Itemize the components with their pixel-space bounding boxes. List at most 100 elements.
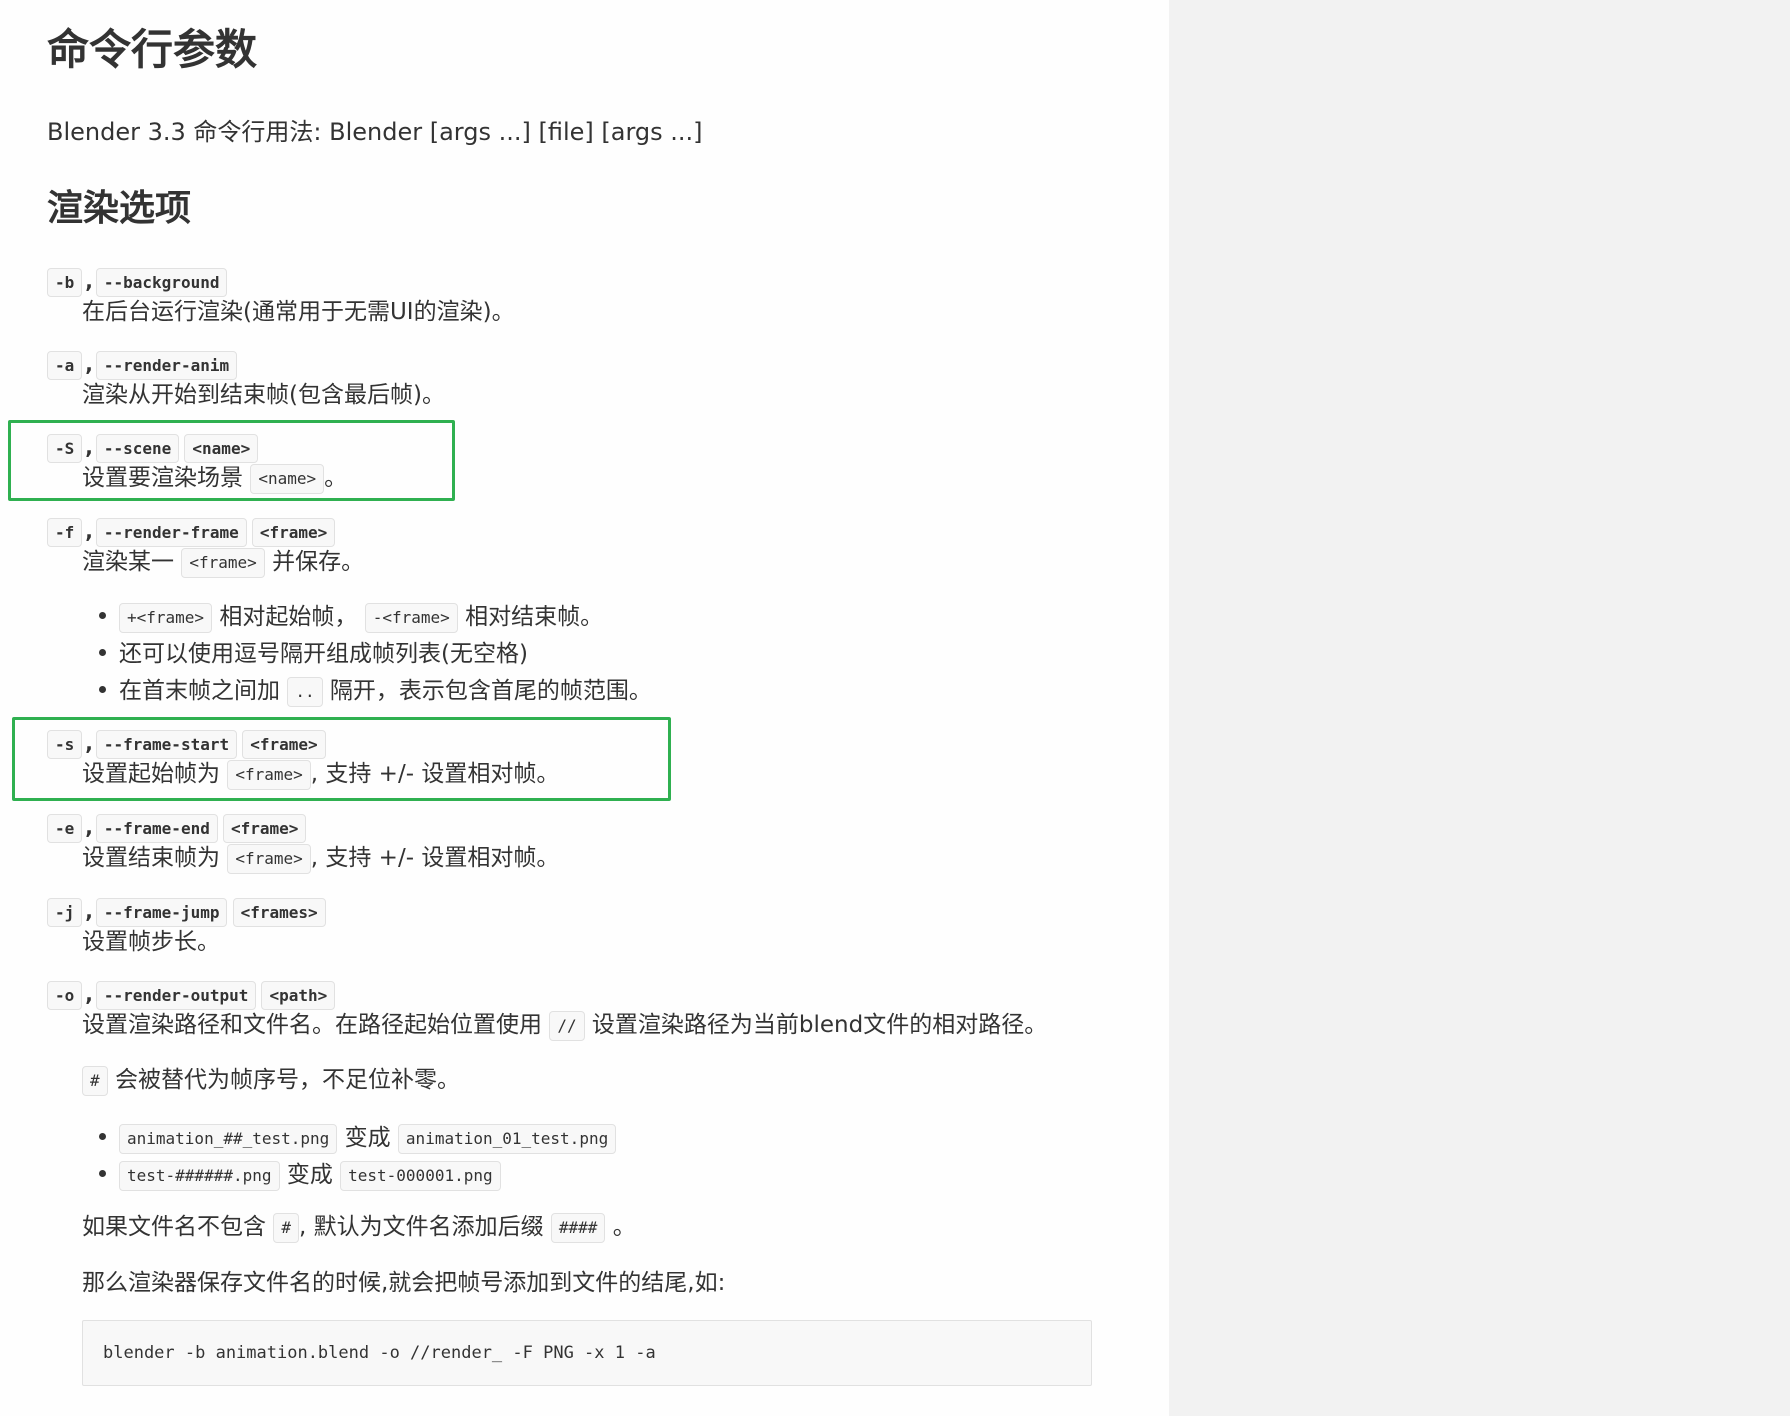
list-text: 隔开，表示包含首尾的帧范围。 — [329, 678, 652, 704]
side-panel — [1169, 0, 1790, 1416]
page-title: 命令行参数 — [47, 25, 258, 74]
option-desc-scene: 设置要渲染场景 <name>。 — [82, 463, 347, 494]
desc-text: 设置起始帧为 — [82, 761, 220, 787]
desc-text: 设置要渲染场景 — [82, 465, 243, 491]
example-code-block: blender -b animation.blend -o //render_ … — [82, 1320, 1092, 1386]
desc-text: , 默认为文件名添加后缀 — [298, 1214, 544, 1240]
arg-placeholder: <path> — [261, 981, 336, 1010]
long-flag: --render-output — [95, 981, 257, 1010]
inline-code: test-######.png — [119, 1161, 280, 1191]
document-page: 命令行参数 Blender 3.3 命令行用法: Blender [args .… — [0, 0, 1169, 1416]
option-desc-render-anim: 渲染从开始到结束帧(包含最后帧)。 — [82, 382, 445, 408]
inline-code: +<frame> — [119, 603, 213, 633]
list-text: 相对起始帧， — [219, 604, 358, 630]
list-text: 变成 — [286, 1162, 333, 1188]
no-hash-note: 如果文件名不包含 #, 默认为文件名添加后缀 #### 。 — [82, 1212, 636, 1243]
comma: , — [85, 519, 93, 543]
long-flag: --frame-jump — [95, 898, 228, 927]
desc-text: 。 — [324, 465, 348, 491]
comma: , — [85, 731, 93, 755]
inline-code: .. — [287, 677, 323, 707]
inline-code: # — [273, 1213, 299, 1243]
list-item: test-######.png 变成 test-000001.png — [99, 1160, 501, 1191]
list-text: 变成 — [344, 1125, 391, 1151]
list-item: 在首末帧之间加 .. 隔开，表示包含首尾的帧范围。 — [99, 676, 652, 707]
short-flag: -S — [47, 434, 83, 463]
desc-text: 渲染某一 — [82, 549, 174, 575]
list-item: animation_##_test.png 变成 animation_01_te… — [99, 1123, 617, 1154]
arg-placeholder: <frame> — [222, 814, 307, 843]
arg-placeholder: <frame> — [251, 518, 336, 547]
comma: , — [85, 899, 93, 923]
short-flag: -b — [47, 268, 83, 297]
comma: , — [85, 982, 93, 1006]
arg-placeholder: <name> — [184, 434, 259, 463]
desc-text: , 支持 +/- 设置相对帧。 — [310, 845, 560, 871]
hash-note: # 会被替代为帧序号，不足位补零。 — [82, 1065, 460, 1096]
bullet-icon — [99, 1170, 106, 1177]
bullet-icon — [99, 612, 106, 619]
comma: , — [85, 269, 93, 293]
short-flag: -s — [47, 730, 83, 759]
short-flag: -e — [47, 814, 83, 843]
desc-text: 如果文件名不包含 — [82, 1214, 266, 1240]
inline-code: #### — [550, 1213, 606, 1243]
section-title: 渲染选项 — [47, 188, 192, 229]
desc-text: 设置渲染路径为当前blend文件的相对路径。 — [591, 1012, 1048, 1038]
long-flag: --render-frame — [95, 518, 247, 547]
inline-code: # — [82, 1066, 108, 1096]
desc-text: 。 — [612, 1214, 636, 1240]
long-flag: --scene — [95, 434, 180, 463]
option-desc-render-frame: 渲染某一 <frame> 并保存。 — [82, 547, 364, 578]
long-flag: --frame-end — [95, 814, 218, 843]
long-flag: --frame-start — [95, 730, 238, 759]
option-term-frame-end: -e, --frame-end <frame> — [47, 814, 307, 843]
bullet-icon — [99, 1133, 106, 1140]
list-text: 相对结束帧。 — [465, 604, 604, 630]
short-flag: -j — [47, 898, 83, 927]
inline-code: test-000001.png — [340, 1161, 501, 1191]
inline-code: <frame> — [227, 760, 311, 790]
option-term-render-output: -o, --render-output <path> — [47, 981, 336, 1010]
save-note: 那么渲染器保存文件名的时候,就会把帧号添加到文件的结尾,如: — [82, 1270, 726, 1296]
option-desc-frame-end: 设置结束帧为 <frame>, 支持 +/- 设置相对帧。 — [82, 843, 559, 874]
bullet-icon — [99, 649, 106, 656]
inline-code: <frame> — [181, 548, 265, 578]
desc-text: 会被替代为帧序号，不足位补零。 — [114, 1067, 460, 1093]
comma: , — [85, 352, 93, 376]
option-term-scene: -S, --scene <name> — [47, 434, 259, 463]
usage-line: Blender 3.3 命令行用法: Blender [args ...] [f… — [47, 118, 703, 146]
comma: , — [85, 815, 93, 839]
arg-placeholder: <frames> — [232, 898, 326, 927]
list-text: 还可以使用逗号隔开组成帧列表(无空格) — [119, 641, 528, 667]
list-text: 在首末帧之间加 — [119, 678, 280, 704]
option-desc-render-output: 设置渲染路径和文件名。在路径起始位置使用 // 设置渲染路径为当前blend文件… — [82, 1010, 1047, 1041]
comma: , — [85, 435, 93, 459]
option-term-background: -b, --background — [47, 268, 228, 297]
option-desc-frame-start: 设置起始帧为 <frame>, 支持 +/- 设置相对帧。 — [82, 759, 559, 790]
inline-code: -<frame> — [364, 603, 458, 633]
option-term-render-frame: -f, --render-frame <frame> — [47, 518, 336, 547]
long-flag: --background — [95, 268, 228, 297]
desc-text: 并保存。 — [272, 549, 365, 575]
option-desc-frame-jump: 设置帧步长。 — [82, 929, 220, 955]
short-flag: -a — [47, 351, 83, 380]
inline-code: animation_##_test.png — [119, 1124, 338, 1154]
option-term-frame-start: -s, --frame-start <frame> — [47, 730, 326, 759]
inline-code: <name> — [250, 464, 325, 494]
inline-code: animation_01_test.png — [397, 1124, 617, 1154]
bullet-icon — [99, 686, 106, 693]
option-term-render-anim: -a, --render-anim — [47, 351, 238, 380]
inline-code: <frame> — [227, 844, 311, 874]
short-flag: -o — [47, 981, 83, 1010]
long-flag: --render-anim — [95, 351, 238, 380]
desc-text: 设置渲染路径和文件名。在路径起始位置使用 — [82, 1012, 542, 1038]
option-desc-background: 在后台运行渲染(通常用于无需UI的渲染)。 — [82, 299, 515, 325]
list-item: +<frame> 相对起始帧， -<frame> 相对结束帧。 — [99, 602, 603, 633]
short-flag: -f — [47, 518, 83, 547]
desc-text: 设置结束帧为 — [82, 845, 220, 871]
arg-placeholder: <frame> — [242, 730, 326, 759]
list-item: 还可以使用逗号隔开组成帧列表(无空格) — [99, 639, 528, 669]
desc-text: , 支持 +/- 设置相对帧。 — [310, 761, 560, 787]
option-term-frame-jump: -j, --frame-jump <frames> — [47, 898, 326, 927]
